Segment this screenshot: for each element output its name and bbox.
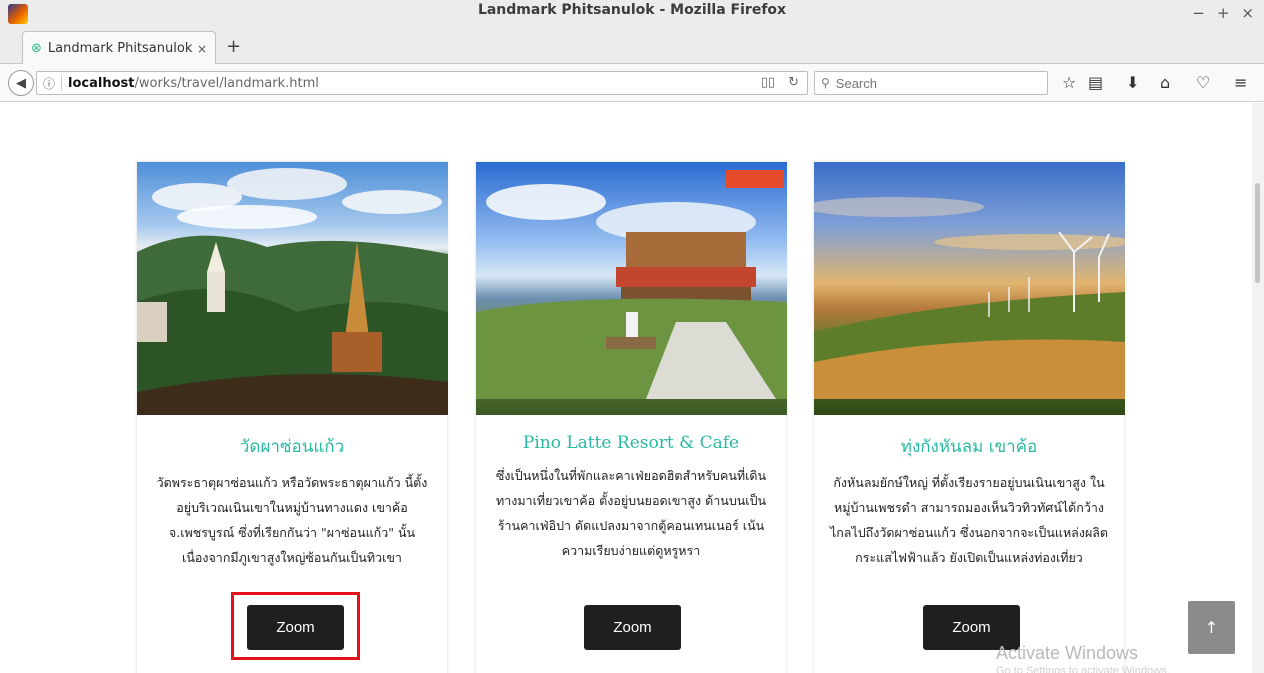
tab-landmark[interactable]: ⊗ Landmark Phitsanulok × xyxy=(22,31,216,65)
zoom-button[interactable]: Zoom xyxy=(584,605,681,650)
info-icon[interactable]: ⓘ xyxy=(43,75,55,92)
cafe-illustration xyxy=(476,170,787,399)
card-title: Pino Latte Resort & Cafe xyxy=(522,433,740,453)
arrow-left-icon: ◀ xyxy=(16,75,26,91)
back-button[interactable]: ◀ xyxy=(8,70,34,96)
home-icon[interactable]: ⌂ xyxy=(1160,73,1170,92)
wind-turbine-illustration xyxy=(814,197,1125,399)
new-tab-button[interactable]: + xyxy=(226,36,241,57)
tab-strip: ⊗ Landmark Phitsanulok × + xyxy=(0,26,1264,65)
landmark-card: Pino Latte Resort & Cafe ซึ่งเป็นหนึ่งใน… xyxy=(475,161,787,673)
scrollbar-thumb[interactable] xyxy=(1255,183,1260,283)
card-description: วัดพระธาตุผาซ่อนแก้ว หรือวัดพระธาตุผาแก้… xyxy=(156,475,428,565)
navigation-toolbar: ◀ ⓘ localhost /works/travel/landmark.htm… xyxy=(0,64,1264,102)
minimize-button[interactable]: − xyxy=(1192,4,1205,22)
page-scrollbar[interactable] xyxy=(1252,103,1264,673)
card-title: วัดผาซ่อนแก้ว xyxy=(239,437,345,457)
temple-illustration xyxy=(137,168,448,415)
tab-label: Landmark Phitsanulok xyxy=(47,41,193,56)
bookmark-star-icon[interactable]: ☆ xyxy=(1062,73,1076,92)
scroll-top-button[interactable]: ↑ xyxy=(1188,601,1235,654)
window-title: Landmark Phitsanulok - Mozilla Firefox xyxy=(477,2,787,18)
close-tab-icon[interactable]: × xyxy=(197,42,207,56)
landmark-image xyxy=(476,162,787,415)
card-title: ทุ่งกังหันลม เขาค้อ xyxy=(900,437,1038,457)
reader-view-icon[interactable]: ▯▯ xyxy=(761,75,775,90)
highlight-box xyxy=(231,592,360,660)
page-content: วัดผาซ่อนแก้ว วัดพระธาตุผาซ่อนแก้ว หรือว… xyxy=(0,103,1264,673)
site-favicon-icon: ⊗ xyxy=(31,41,42,56)
card-description: กังหันลมยักษ์ใหญ่ ที่ตั้งเรียงรายอยู่บนเ… xyxy=(829,475,1109,565)
url-separator xyxy=(61,75,63,91)
activate-windows-subtext: Go to Settings to activate Windows. xyxy=(996,665,1170,673)
landmark-image xyxy=(137,162,448,415)
window-controls: − + × xyxy=(1192,4,1254,22)
pocket-icon[interactable]: ♡ xyxy=(1196,73,1210,92)
downloads-icon[interactable]: ⬇ xyxy=(1126,73,1139,92)
arrow-up-icon: ↑ xyxy=(1204,618,1219,637)
close-window-button[interactable]: × xyxy=(1241,4,1254,22)
search-bar[interactable]: ⚲ xyxy=(814,71,1048,95)
card-description: ซึ่งเป็นหนึ่งในที่พักและคาเฟ่ยอดฮิตสำหรั… xyxy=(495,468,767,558)
activate-windows-watermark: Activate Windows xyxy=(996,643,1139,663)
url-path: /works/travel/landmark.html xyxy=(134,75,319,91)
url-bar[interactable]: ⓘ localhost /works/travel/landmark.html … xyxy=(36,71,808,95)
search-icon: ⚲ xyxy=(821,76,830,90)
landmark-card: ทุ่งกังหันลม เขาค้อ กังหันลมยักษ์ใหญ่ ที… xyxy=(813,161,1125,673)
url-host: localhost xyxy=(68,75,135,91)
menu-icon[interactable]: ≡ xyxy=(1234,73,1247,92)
maximize-button[interactable]: + xyxy=(1217,4,1230,22)
reload-icon[interactable]: ↻ xyxy=(788,75,799,90)
library-icon[interactable]: ▤ xyxy=(1088,73,1103,92)
landmark-image xyxy=(814,162,1125,415)
search-input[interactable] xyxy=(835,75,1026,91)
firefox-logo-icon xyxy=(8,4,28,24)
